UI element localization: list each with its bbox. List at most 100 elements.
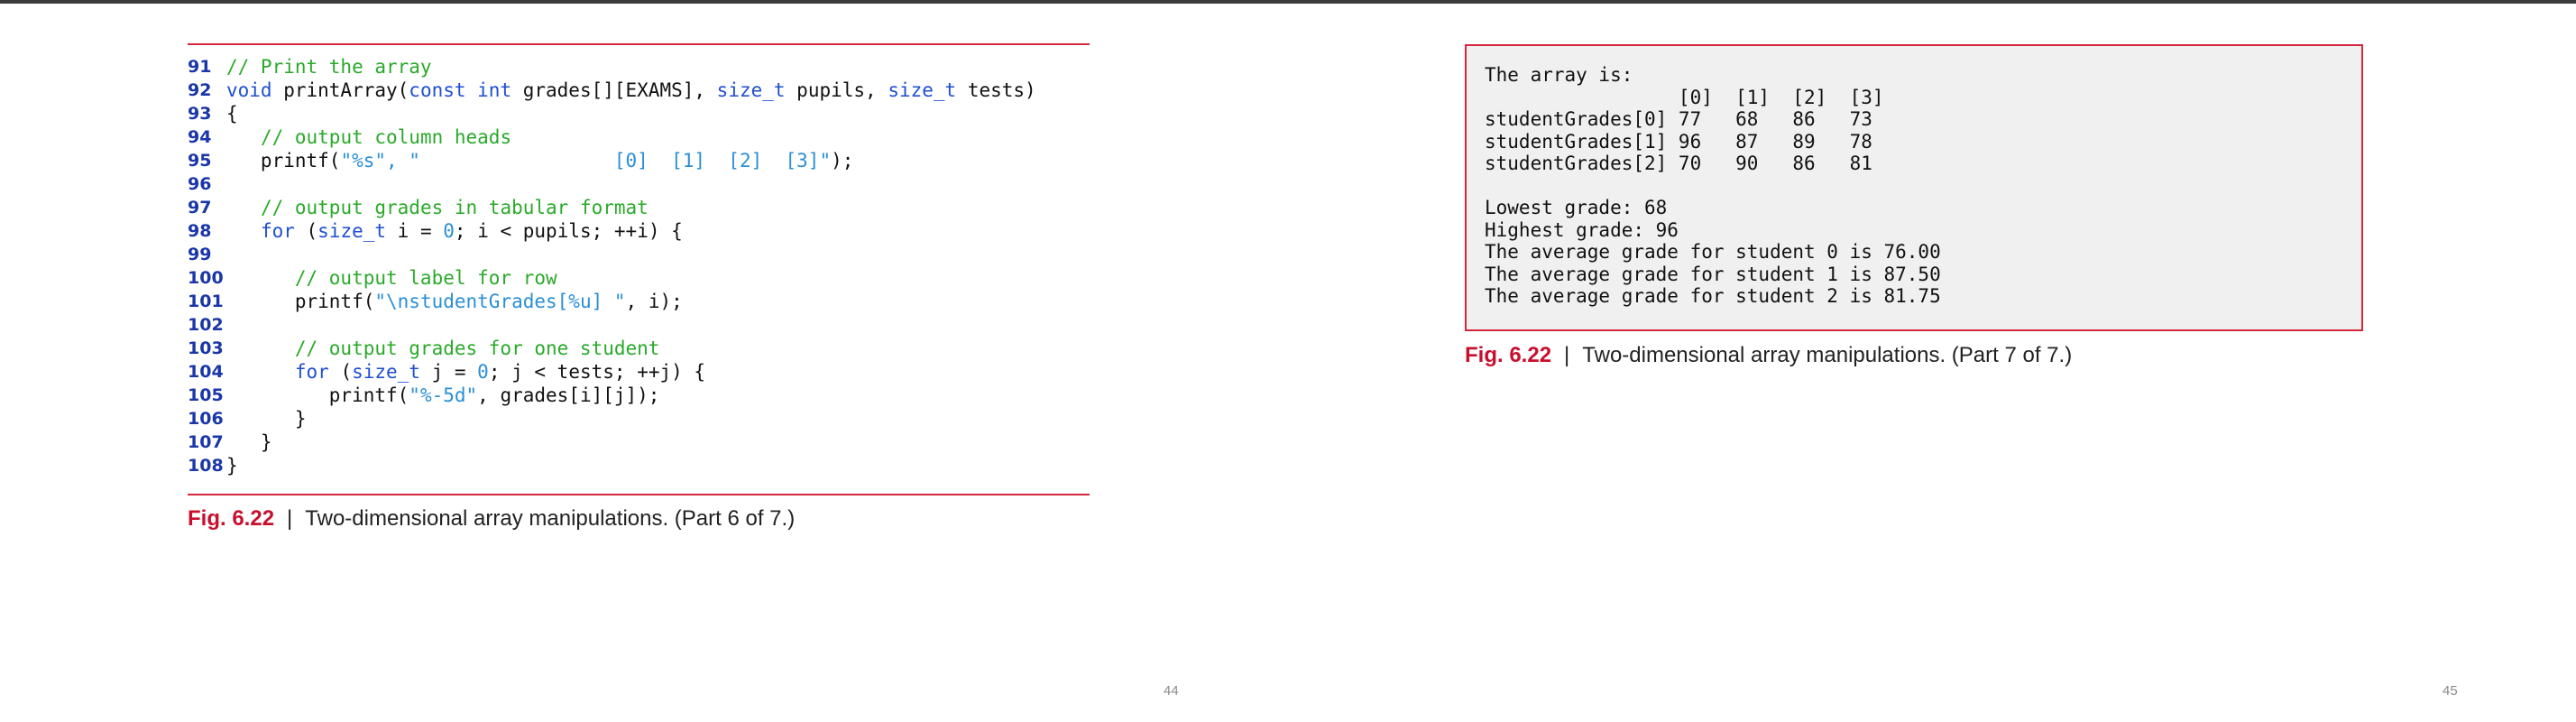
code-token: printArray( [271,79,409,101]
code-line: 104 for (size_t j = 0; j < tests; ++j) { [188,360,1090,384]
code-line: 98 for (size_t i = 0; i < pupils; ++i) { [188,219,1090,243]
figure-label: Fig. 6.22 [188,506,275,531]
code-token: j = [419,361,478,383]
code-listing: 91 // Print the array 92 void printArray(co… [188,55,1090,477]
figure-caption-part-7: Fig. 6.22 | Two-dimensional array manipula… [1465,343,2072,368]
code-line: 101 printf("\nstudentGrades[%u] ", i); [188,290,1090,313]
figure-caption-part-6: Fig. 6.22 | Two-dimensional array manipula… [188,506,795,532]
code-top-rule [188,43,1090,45]
caption-separator: | [287,506,293,531]
code-text: printf("%s", " [0] [1] [2] [3]"); [226,149,853,172]
code-line: 103 // output grades for one student [188,337,1090,360]
code-text: // output column heads [226,125,511,149]
output-line: studentGrades[2] 70 90 86 81 [1485,153,1872,174]
line-number: 95 [188,151,212,171]
code-token: pupils, [785,79,888,101]
output-line: [0] [1] [2] [3] [1485,86,1884,108]
code-text: } [226,430,272,454]
code-text: // output grades for one student [226,337,660,360]
code-text: for (size_t j = 0; j < tests; ++j) { [226,360,705,384]
output-line: Lowest grade: 68 [1485,197,1668,218]
code-line: 95 printf("%s", " [0] [1] [2] [3]"); [188,149,1090,172]
caption-text: Two-dimensional array manipulations. (Pa… [1582,343,2073,367]
code-bottom-rule [188,494,1090,495]
code-literal: "\nstudentGrades[%u] " [374,291,626,312]
code-token: ; i < pupils; ++i) { [454,220,683,242]
output-line: studentGrades[0] 77 68 86 73 [1485,108,1872,130]
output-line: The array is: [1485,64,1633,86]
figure-label: Fig. 6.22 [1465,343,1552,367]
line-number: 105 [188,385,224,405]
code-line: 108} [188,454,1090,477]
code-line: 94 // output column heads [188,125,1090,149]
code-line: 99 [188,243,1090,266]
code-line: 91 // Print the array [188,55,1090,79]
code-text: // output grades in tabular format [226,196,649,219]
code-token: printf( [226,150,341,171]
code-line: 96 [188,172,1090,196]
line-number: 102 [188,315,224,335]
code-comment: // output grades for one student [294,338,660,359]
code-token: i = [386,220,444,242]
code-text: for (size_t i = 0; i < pupils; ++i) { [226,219,683,243]
line-number: 96 [188,174,212,194]
code-literal: 0 [477,361,489,383]
code-token: , grades[i][j]); [477,384,660,406]
code-line: 102 [188,313,1090,337]
line-number: 94 [188,127,212,147]
code-keyword: size_t [352,361,420,383]
code-token: , i); [625,291,683,312]
code-line: 105 printf("%-5d", grades[i][j]); [188,384,1090,407]
code-text: void printArray(const int grades[][EXAMS… [226,79,1036,102]
code-keyword: for [294,361,329,383]
code-text: } [226,454,238,477]
code-line: 93 { [188,102,1090,125]
code-comment: // output grades in tabular format [260,197,649,218]
output-line: The average grade for student 1 is 87.50 [1485,263,1941,285]
line-number: 91 [188,57,212,77]
program-output: The array is: [0] [1] [2] [3] studentGrad… [1485,64,1941,308]
code-token: } [226,408,307,430]
code-token: ( [328,361,353,383]
caption-separator: | [1564,343,1570,367]
code-token: tests) [956,79,1036,101]
code-line: 106 } [188,407,1090,430]
line-number: 108 [188,456,224,476]
code-token: printf( [226,384,409,406]
code-comment: // output label for row [294,267,557,289]
code-keyword: size_t [317,220,387,242]
code-token: printf( [226,291,375,312]
line-number: 93 [188,104,212,124]
page-number: 45 [2443,683,2458,699]
code-text: { [226,102,238,125]
line-number: 92 [188,80,212,100]
code-text: printf("\nstudentGrades[%u] ", i); [226,290,683,313]
code-token: grades[][EXAMS], [511,79,717,101]
output-line: The average grade for student 2 is 81.75 [1485,285,1941,307]
code-token: ( [294,220,318,242]
code-keyword: for [260,220,295,242]
caption-text: Two-dimensional array manipulations. (Pa… [305,506,796,531]
page-44: 91 // Print the array 92 void printArray(co… [0,4,1288,722]
page-45: The array is: [0] [1] [2] [3] studentGrad… [1288,4,2576,722]
code-literal: "%-5d" [409,384,478,406]
line-number: 104 [188,362,224,382]
code-text: // Print the array [226,55,432,79]
line-number: 97 [188,198,212,218]
code-token: ); [831,150,854,171]
code-token: ; j < tests; ++j) { [488,361,706,383]
line-number: 107 [188,432,224,452]
code-text: } [226,407,307,430]
line-number: 103 [188,338,224,358]
code-line: 107 } [188,430,1090,454]
code-token: } [226,431,272,453]
code-line: 97 // output grades in tabular format [188,196,1090,219]
code-keyword: const int [409,79,512,101]
output-line: Highest grade: 96 [1485,218,1679,241]
code-text: printf("%-5d", grades[i][j]); [226,384,660,407]
